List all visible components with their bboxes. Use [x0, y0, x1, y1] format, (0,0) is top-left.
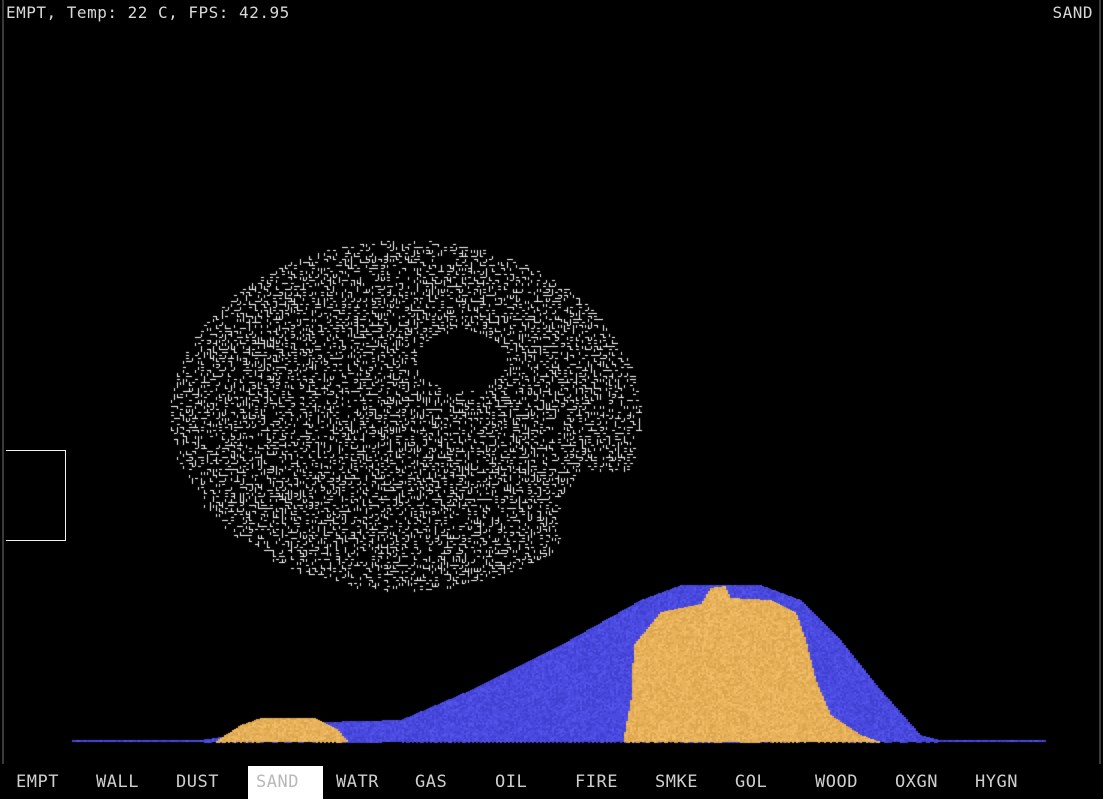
tool-watr[interactable]: WATR: [328, 766, 402, 799]
tool-label: EMPT: [16, 772, 59, 792]
tool-smke[interactable]: SMKE: [647, 766, 721, 799]
tool-label: SAND: [256, 772, 299, 792]
tool-gas[interactable]: GAS: [407, 766, 481, 799]
tool-label: OXGN: [895, 772, 938, 792]
tool-gol[interactable]: GOL: [727, 766, 801, 799]
tool-label: DUST: [176, 772, 219, 792]
tool-wall[interactable]: WALL: [88, 766, 162, 799]
tool-sand[interactable]: SAND: [248, 766, 323, 799]
tool-wood[interactable]: WOOD: [807, 766, 881, 799]
sandbox-game-screen: EMPT, Temp: 22 C, FPS: 42.95 SAND EMPT W…: [0, 0, 1103, 799]
simulation-canvas[interactable]: [0, 0, 1103, 764]
tool-oil[interactable]: OIL: [487, 766, 561, 799]
tool-label: WALL: [96, 772, 139, 792]
tool-fire[interactable]: FIRE: [567, 766, 641, 799]
tool-oxgn[interactable]: OXGN: [887, 766, 961, 799]
tool-dust[interactable]: DUST: [168, 766, 242, 799]
tool-label: HYGN: [975, 772, 1018, 792]
tool-label: SMKE: [655, 772, 698, 792]
tool-empt[interactable]: EMPT: [8, 766, 82, 799]
tool-label: OIL: [495, 772, 528, 792]
tool-label: GOL: [735, 772, 768, 792]
tool-label: FIRE: [575, 772, 618, 792]
tool-label: WOOD: [815, 772, 858, 792]
tool-label: WATR: [336, 772, 379, 792]
tool-hygn[interactable]: HYGN: [967, 766, 1041, 799]
brush-cursor: [6, 450, 66, 541]
tool-label: GAS: [415, 772, 448, 792]
selected-element-label: SAND: [1052, 3, 1093, 22]
element-toolbar: EMPT WALL DUST SAND WATR GAS OIL FIRE SM…: [0, 764, 1103, 799]
status-readout: EMPT, Temp: 22 C, FPS: 42.95: [6, 3, 290, 22]
